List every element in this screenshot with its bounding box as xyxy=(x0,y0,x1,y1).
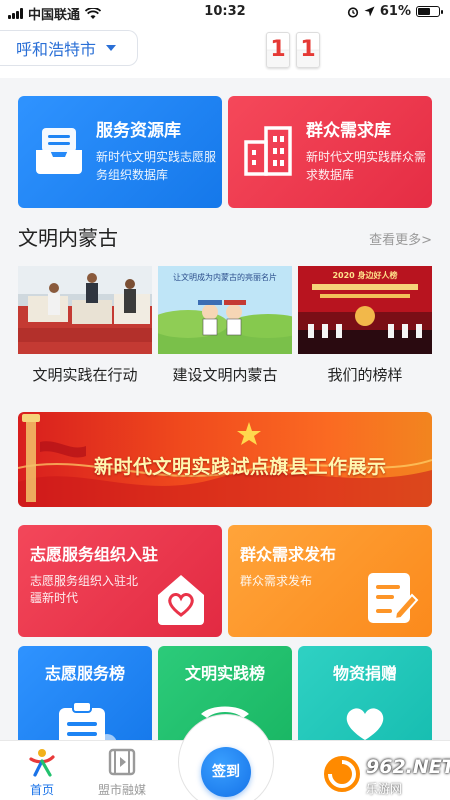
watermark: 962.NET 乐游网 xyxy=(318,752,450,798)
section-title: 文明内蒙古 xyxy=(18,226,118,250)
battery-percent: 61% xyxy=(379,4,411,19)
watermark-text: 962.NET xyxy=(366,756,450,778)
tab-home[interactable]: 首页 xyxy=(7,741,77,800)
signin-button[interactable]: 签到 xyxy=(201,747,251,797)
tab-media[interactable]: 盟市融媒 xyxy=(87,741,157,800)
card-title: 志愿服务组织入驻 xyxy=(30,545,159,564)
card-subtitle: 新时代文明实践群众需求数据库 xyxy=(306,150,427,182)
buildings-icon xyxy=(244,126,292,176)
thumbnail-civilization-poster[interactable]: 让文明成为内蒙古的亮丽名片 xyxy=(158,266,292,354)
card-title: 文明实践榜 xyxy=(184,664,265,683)
poster-caption: 让文明成为内蒙古的亮丽名片 xyxy=(173,272,277,282)
pilot-county-banner[interactable]: 新时代文明实践试点旗县工作展示 xyxy=(18,412,432,507)
home-heart-icon xyxy=(158,575,204,625)
card-title: 志愿服务榜 xyxy=(44,664,125,683)
card-title: 物资捐赠 xyxy=(332,664,397,683)
video-film-icon xyxy=(108,748,136,776)
tab-label: 首页 xyxy=(29,783,54,797)
flip-counter-digit: 1 xyxy=(266,32,290,68)
watermark-logo-icon xyxy=(322,754,362,794)
battery-icon xyxy=(416,6,443,17)
thumbnail-label[interactable]: 文明实践在行动 xyxy=(18,364,152,385)
card-title: 服务资源库 xyxy=(96,121,181,141)
banner-title: 新时代文明实践试点旗县工作展示 xyxy=(94,456,387,478)
location-arrow-icon xyxy=(364,6,375,17)
tab-label: 盟市融媒 xyxy=(97,783,146,797)
demand-publish-card[interactable]: 群众需求发布 群众需求发布 xyxy=(228,525,432,637)
card-title: 群众需求发布 xyxy=(240,545,337,564)
service-resource-card[interactable]: 服务资源库 新时代文明实践志愿服务组织数据库 xyxy=(18,96,222,208)
volunteer-org-join-card[interactable]: 志愿服务组织入驻 志愿服务组织入驻北疆新时代 xyxy=(18,525,222,637)
inbox-tray-icon xyxy=(36,128,82,174)
watermark-subtext: 乐游网 xyxy=(366,782,403,796)
chevron-down-icon xyxy=(106,45,117,51)
status-right: 61% xyxy=(347,4,443,19)
thumbnail-label[interactable]: 我们的榜样 xyxy=(298,364,432,385)
ceremony-caption: 2020 身边好人榜 xyxy=(332,270,397,280)
edit-document-icon xyxy=(368,573,419,623)
public-demand-card[interactable]: 群众需求库 新时代文明实践群众需求数据库 xyxy=(228,96,432,208)
city-selector[interactable]: 呼和浩特市 xyxy=(0,30,138,66)
view-more-link[interactable]: 查看更多> xyxy=(369,229,432,248)
thumbnail-volunteers[interactable] xyxy=(18,266,152,354)
card-subtitle: 新时代文明实践志愿服务组织数据库 xyxy=(96,150,217,182)
thumbnail-label[interactable]: 建设文明内蒙古 xyxy=(158,364,292,385)
cartoon-poster-photo: 让文明成为内蒙古的亮丽名片 xyxy=(158,266,292,354)
volunteers-photo xyxy=(18,266,152,354)
top-header: 呼和浩特市 1 1 xyxy=(0,24,450,78)
flip-counter-digit: 1 xyxy=(296,32,320,68)
city-name: 呼和浩特市 xyxy=(16,40,97,59)
thumbnail-role-models[interactable]: 2020 身边好人榜 xyxy=(298,266,432,354)
alarm-icon xyxy=(347,6,358,18)
home-logo-icon xyxy=(29,749,55,777)
card-subtitle: 志愿服务组织入驻北疆新时代 xyxy=(30,574,139,605)
card-subtitle: 群众需求发布 xyxy=(240,574,313,588)
status-bar: 中国联通 10:32 61% xyxy=(0,0,450,24)
stage-ceremony-photo: 2020 身边好人榜 xyxy=(298,266,432,354)
card-title: 群众需求库 xyxy=(306,121,391,141)
